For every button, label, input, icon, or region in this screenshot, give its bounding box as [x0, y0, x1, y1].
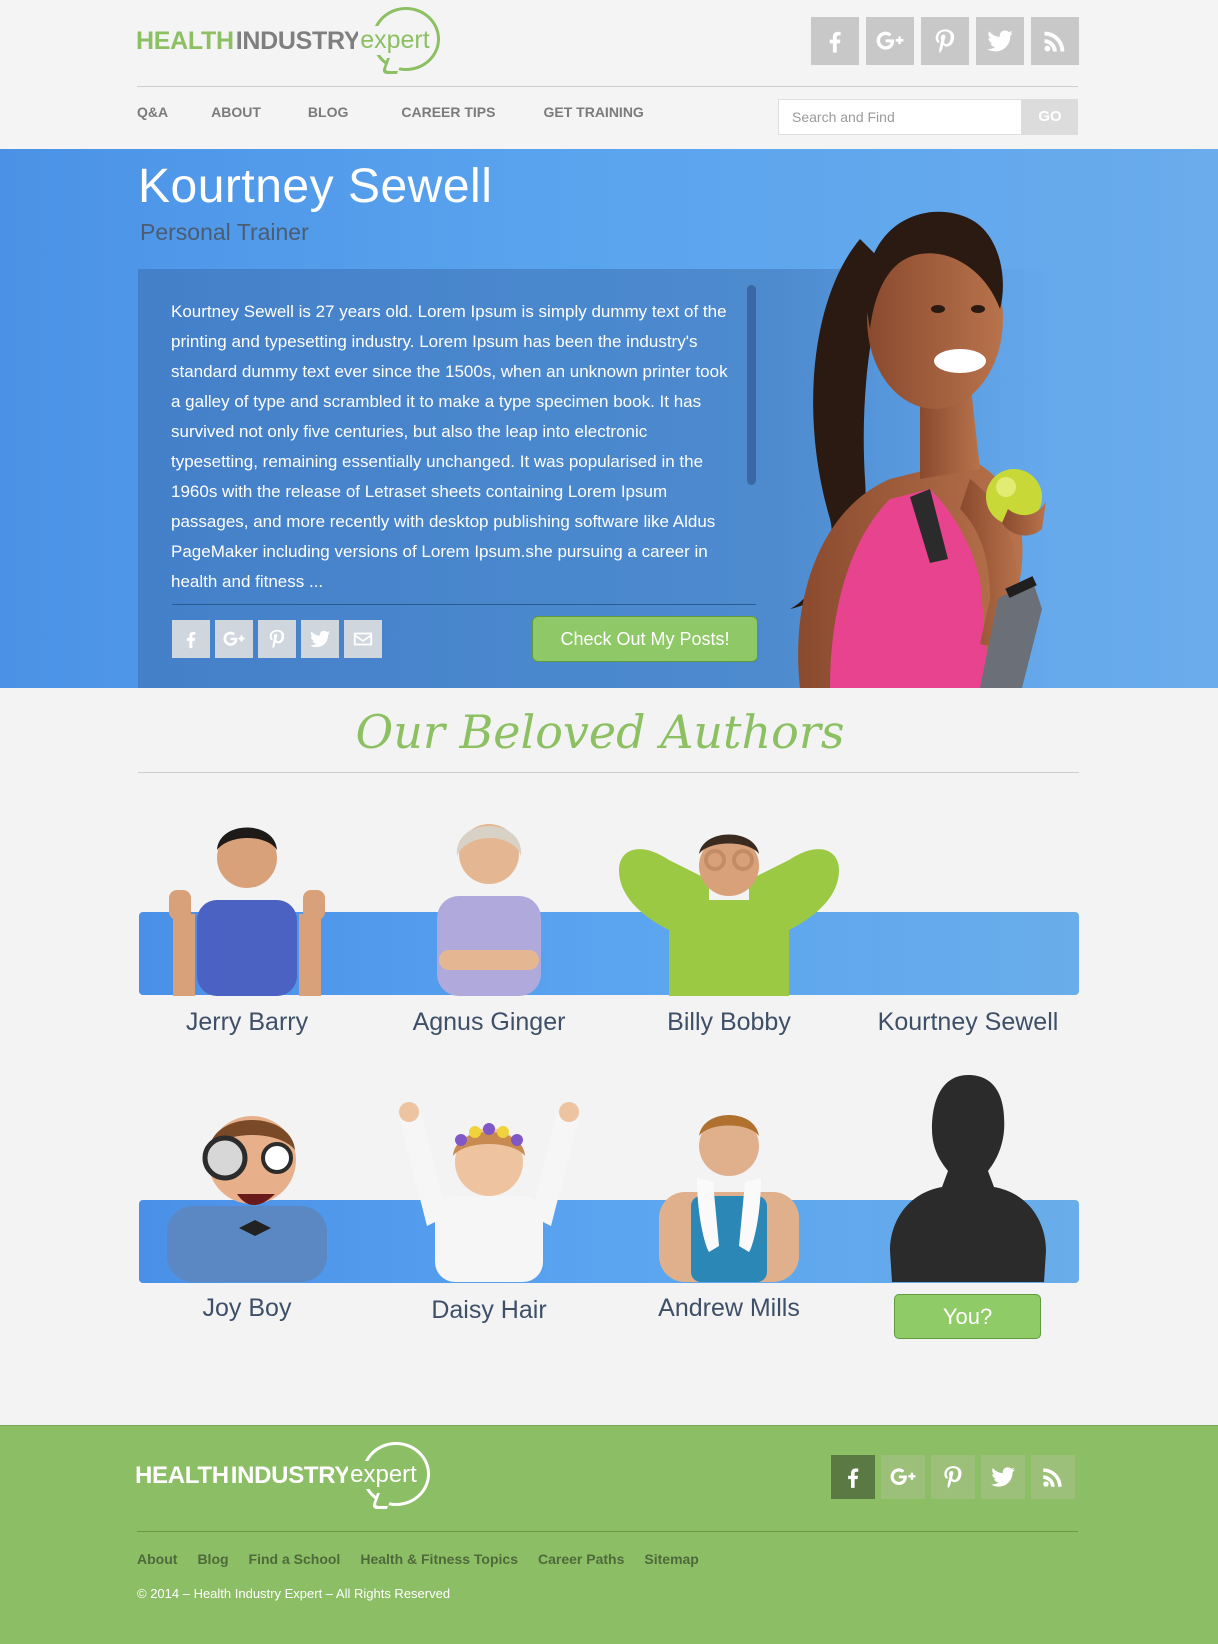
author-name: Joy Boy [202, 1294, 292, 1322]
logo-word-industry: INDUSTRY [230, 1462, 351, 1489]
author-name: Billy Bobby [667, 1008, 791, 1036]
author-name: Kourtney Sewell [138, 160, 493, 213]
google-plus-icon[interactable] [881, 1455, 925, 1499]
logo-speech-bubble-icon: expert [358, 6, 444, 76]
bio-scrollbar-thumb[interactable] [747, 285, 756, 485]
rss-icon[interactable] [1031, 1455, 1075, 1499]
site-header: HEALTH INDUSTRY expert Q&A ABOUT BLOG CA… [0, 0, 1218, 149]
author-portrait [659, 1115, 799, 1282]
nav-item-career-tips[interactable]: CAREER TIPS [401, 104, 495, 120]
author-role: Personal Trainer [140, 219, 309, 245]
pinterest-icon[interactable] [931, 1455, 975, 1499]
mail-icon[interactable] [344, 620, 382, 658]
logo-word-health: HEALTH [135, 1462, 229, 1489]
silhouette-placeholder-icon [890, 1075, 1046, 1282]
footer-link-find-a-school[interactable]: Find a School [249, 1551, 341, 1567]
author-portrait [619, 834, 839, 996]
footer-nav: About Blog Find a School Health & Fitnes… [137, 1551, 699, 1567]
site-footer: HEALTH INDUSTRY expert About Blog Find a… [0, 1425, 1218, 1644]
footer-link-health-fitness-topics[interactable]: Health & Fitness Topics [360, 1551, 518, 1567]
author-name: Agnus Ginger [412, 1008, 566, 1036]
footer-logo[interactable]: HEALTH INDUSTRY expert [135, 1440, 434, 1512]
nav-item-get-training[interactable]: GET TRAINING [543, 104, 643, 120]
copyright-text: © 2014 – Health Industry Expert – All Ri… [137, 1586, 451, 1601]
footer-social-links [831, 1455, 1075, 1499]
authors-section-title: Our Beloved Authors [355, 705, 845, 759]
logo-word-industry: INDUSTRY [235, 26, 361, 55]
facebook-icon[interactable] [172, 620, 210, 658]
footer-link-blog[interactable]: Blog [197, 1551, 228, 1567]
author-portrait [169, 827, 325, 996]
google-plus-icon[interactable] [215, 620, 253, 658]
become-author-button[interactable]: You? [894, 1294, 1041, 1339]
author-portrait [167, 1116, 327, 1282]
author-portrait [437, 824, 541, 996]
author-portrait [399, 1102, 579, 1282]
author-name: Jerry Barry [185, 1008, 309, 1036]
pinterest-icon[interactable] [258, 620, 296, 658]
author-hero: Kourtney Sewell Personal Trainer Kourtne… [0, 149, 1218, 688]
search-form: Search and Find GO [778, 99, 1078, 135]
bio-divider [172, 604, 756, 605]
rss-icon[interactable] [1031, 17, 1079, 65]
footer-link-about[interactable]: About [137, 1551, 177, 1567]
footer-divider [137, 1531, 1078, 1532]
trainer-photo [790, 211, 1046, 688]
authors-divider [138, 772, 1079, 773]
twitter-icon[interactable] [301, 620, 339, 658]
footer-link-sitemap[interactable]: Sitemap [644, 1551, 698, 1567]
nav-item-about[interactable]: ABOUT [211, 104, 261, 120]
bio-scroll-area[interactable]: Kourtney Sewell is 27 years old. Lorem I… [171, 297, 731, 633]
facebook-icon[interactable] [831, 1455, 875, 1499]
author-share-links [172, 620, 382, 658]
author-name: Andrew Mills [658, 1294, 800, 1322]
search-input[interactable]: Search and Find [778, 99, 1022, 135]
pinterest-icon[interactable] [921, 17, 969, 65]
author-bio-text: Kourtney Sewell is 27 years old. Lorem I… [171, 302, 728, 591]
footer-link-career-paths[interactable]: Career Paths [538, 1551, 624, 1567]
logo-word-expert: expert [348, 1461, 419, 1489]
check-out-posts-button[interactable]: Check Out My Posts! [532, 616, 758, 662]
site-logo[interactable]: HEALTH INDUSTRY expert [136, 6, 444, 76]
author-name: Kourtney Sewell [877, 1008, 1059, 1036]
header-social-links [811, 17, 1079, 65]
logo-word-expert: expert [358, 26, 432, 55]
author-name: Daisy Hair [431, 1296, 547, 1324]
logo-word-health: HEALTH [136, 26, 234, 55]
google-plus-icon[interactable] [866, 17, 914, 65]
main-nav: Q&A ABOUT BLOG CAREER TIPS GET TRAINING [137, 104, 644, 120]
twitter-icon[interactable] [976, 17, 1024, 65]
facebook-icon[interactable] [811, 17, 859, 65]
search-go-button[interactable]: GO [1022, 99, 1078, 135]
logo-speech-bubble-icon: expert [348, 1440, 434, 1512]
nav-item-blog[interactable]: BLOG [308, 104, 348, 120]
nav-item-qa[interactable]: Q&A [137, 104, 168, 120]
header-divider [137, 86, 1078, 87]
twitter-icon[interactable] [981, 1455, 1025, 1499]
